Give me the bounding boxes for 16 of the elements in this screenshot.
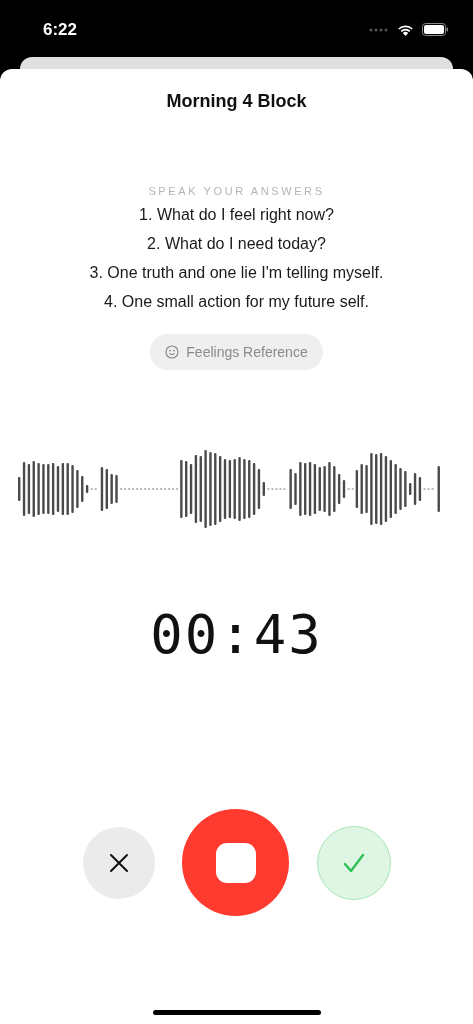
stop-icon xyxy=(215,842,256,883)
sheet-title: Morning 4 Block xyxy=(166,91,307,112)
question-text: 1. What do I feel right now? xyxy=(139,205,334,225)
close-icon xyxy=(108,852,129,873)
status-time: 6:22 xyxy=(43,19,78,40)
feelings-reference-button[interactable]: Feelings Reference xyxy=(150,334,323,370)
smiley-icon xyxy=(165,345,180,359)
battery-icon xyxy=(422,23,449,36)
prompt-label: SPEAK YOUR ANSWERS xyxy=(148,185,325,197)
signal-icon xyxy=(369,27,389,32)
question-text: 2. What do I need today? xyxy=(147,234,326,254)
question-text: 4. One small action for my future self. xyxy=(104,292,369,312)
timer-text: 00:43 xyxy=(150,603,323,666)
checkmark-icon xyxy=(342,852,365,873)
question-text: 3. One truth and one lie I'm telling myself. xyxy=(89,263,384,283)
wifi-icon xyxy=(397,23,414,36)
